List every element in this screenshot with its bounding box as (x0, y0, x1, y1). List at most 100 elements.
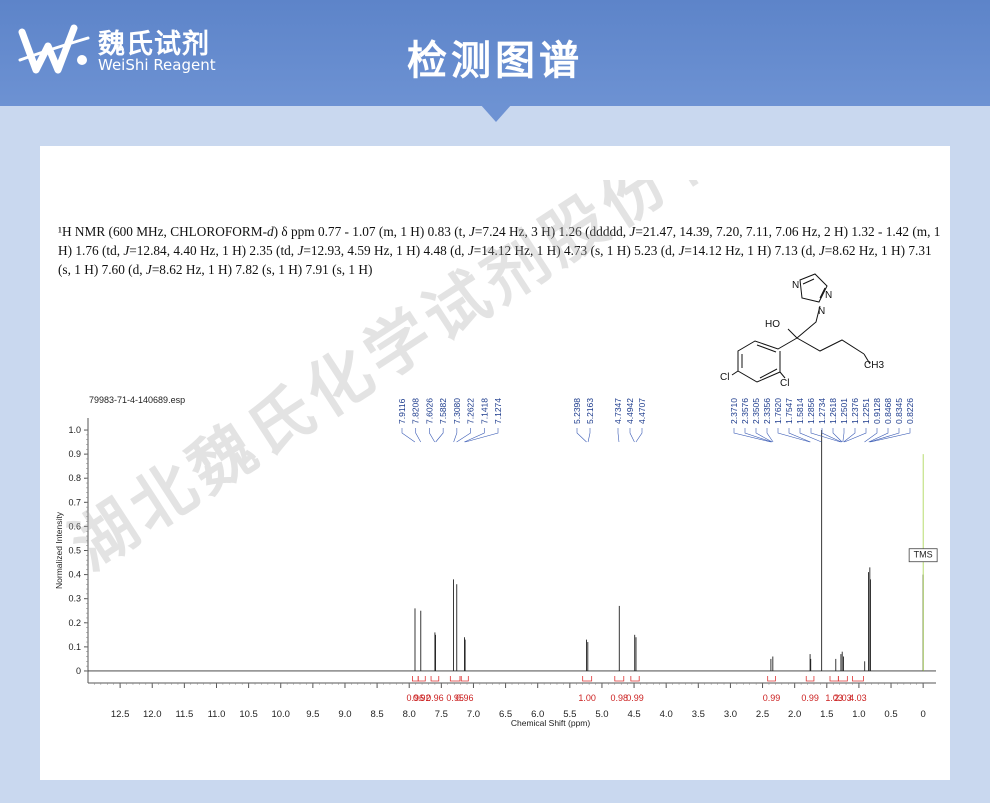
peak-shift-label: 2.3710 (729, 398, 739, 424)
peak-shift-label: 1.7547 (784, 398, 794, 424)
x-tick-label: 10.0 (271, 709, 290, 720)
peak-shift-label: 5.2163 (585, 398, 595, 424)
peak-shift-label: 7.1274 (493, 398, 503, 424)
peak-leader-line (415, 428, 421, 443)
molecule-atom-label: CH3 (864, 360, 884, 371)
peak-shift-label: 7.3080 (452, 398, 462, 424)
integral-label: 0.99 (801, 693, 819, 703)
header-banner: 魏氏试剂 WeiShi Reagent 检测图谱 (0, 0, 990, 106)
x-tick-label: 9.0 (338, 709, 351, 720)
peak-shift-label: 1.2734 (817, 398, 827, 424)
peak-shift-label: 0.9128 (872, 398, 882, 424)
x-tick-label: 0 (921, 709, 926, 720)
peak-shift-label: 7.9116 (397, 398, 407, 424)
page-title: 检测图谱 (407, 38, 583, 84)
x-tick-label: 8.0 (403, 709, 416, 720)
integral-label: 1.00 (578, 693, 596, 703)
y-tick-label: 0.9 (68, 449, 81, 459)
integral-bracket (412, 676, 419, 682)
x-tick-label: 12.5 (111, 709, 130, 720)
peak-shift-label: 1.2501 (839, 398, 849, 424)
peak-shift-label: 1.2251 (861, 398, 871, 424)
peak-leader-line (617, 428, 620, 443)
y-tick-label: 0.6 (68, 521, 81, 531)
peak-shift-label: 7.2622 (466, 398, 476, 424)
peak-leader-line (635, 428, 643, 443)
y-tick-label: 0.4 (68, 570, 81, 580)
integral-bracket (829, 676, 839, 682)
x-tick-label: 5.0 (595, 709, 608, 720)
x-tick-label: 7.0 (467, 709, 480, 720)
x-tick-label: 4.5 (627, 709, 640, 720)
integral-bracket (837, 676, 848, 682)
x-tick-label: 8.5 (370, 709, 383, 720)
integral-bracket (767, 676, 776, 682)
x-tick-label: 11.0 (208, 709, 226, 720)
x-tick-label: 2.0 (788, 709, 801, 720)
molecule-atom-label: N (825, 290, 832, 301)
peak-shift-label: 2.3505 (751, 398, 761, 424)
x-tick-label: 3.5 (692, 709, 705, 720)
peak-shift-label: 2.3356 (762, 398, 772, 424)
y-tick-label: 0.1 (68, 642, 81, 652)
integral-bracket (852, 676, 864, 682)
molecule-bond (802, 278, 815, 285)
peak-shift-label: 0.8468 (883, 398, 893, 424)
y-tick-label: 0.8 (68, 473, 81, 483)
peak-leader-line (755, 428, 773, 443)
nmr-description: ¹H NMR (600 MHz, CHLOROFORM-d) δ ppm 0.7… (58, 222, 944, 279)
tms-label: TMS (914, 550, 933, 560)
x-tick-label: 9.5 (306, 709, 319, 720)
peak-shift-label: 4.7347 (613, 398, 623, 424)
description-text: =7.24 Hz, 3 H) 1.26 (ddddd, (474, 224, 630, 239)
description-text: =14.12 Hz, 1 H) 7.13 (d, (684, 243, 819, 258)
peak-leader-line (821, 428, 842, 443)
x-tick-label: 7.5 (435, 709, 448, 720)
integral-bracket (449, 676, 461, 682)
peak-shift-label: 1.7620 (773, 398, 783, 424)
peak-leader-line (429, 428, 436, 443)
peak-leader-line (465, 428, 499, 443)
y-tick-label: 0.5 (68, 546, 81, 556)
integral-bracket (805, 676, 815, 682)
x-tick-label: 0.5 (884, 709, 897, 720)
header-arrow (480, 104, 512, 122)
peak-shift-label: 7.6026 (424, 398, 434, 424)
x-tick-label: 2.5 (756, 709, 769, 720)
y-tick-label: 0.2 (68, 618, 81, 628)
integral-bracket (430, 676, 440, 682)
peak-shift-label: 2.3576 (740, 398, 750, 424)
y-axis-label: Normalized Intensity (54, 511, 64, 589)
spectrum-filename: 79983-71-4-140689.esp (89, 395, 185, 405)
peak-shift-label: 4.4942 (625, 398, 635, 424)
peak-shift-label: 0.8345 (894, 398, 904, 424)
peak-leader-line (629, 428, 635, 443)
description-italic-symbol: d (267, 224, 274, 239)
integral-bracket (614, 676, 625, 682)
x-tick-label: 1.5 (820, 709, 833, 720)
description-text: =14.12 Hz, 1 H) 4.73 (s, 1 H) 5.23 (d, (473, 243, 679, 258)
peak-shift-label: 7.1418 (479, 398, 489, 424)
y-tick-label: 1.0 (68, 425, 81, 435)
peak-leader-line (587, 428, 591, 443)
molecule-structure: NNNHOCH3ClCl (720, 273, 884, 389)
molecule-atom-label: HO (765, 319, 780, 330)
spectrum-card: 79983-71-4-140689.esp 0 0.1 0.2 0.3 0.4 0.5 0.6… (40, 146, 950, 780)
peak-shift-label: 0.8226 (905, 398, 915, 424)
peak-shift-label: 4.4707 (637, 398, 647, 424)
x-tick-label: 10.5 (239, 709, 258, 720)
peak-shift-label: 1.5814 (795, 398, 805, 424)
x-tick-label: 12.0 (143, 709, 162, 720)
peak-shift-label: 7.8208 (411, 398, 421, 424)
integral-label: 0.99 (763, 693, 781, 703)
peak-leader-line (842, 428, 845, 443)
molecule-bond (787, 328, 798, 339)
x-tick-label: 4.0 (660, 709, 673, 720)
molecule-bond (796, 337, 865, 355)
peak-shift-label: 1.2856 (806, 398, 816, 424)
molecule-atom-label: Cl (720, 372, 729, 383)
description-text: =12.84, 4.40 Hz, 1 H) 2.35 (td, (129, 243, 298, 258)
integral-bracket (630, 676, 640, 682)
x-axis-label: Chemical Shift (ppm) (511, 718, 591, 728)
peak-leader-line (576, 428, 587, 443)
